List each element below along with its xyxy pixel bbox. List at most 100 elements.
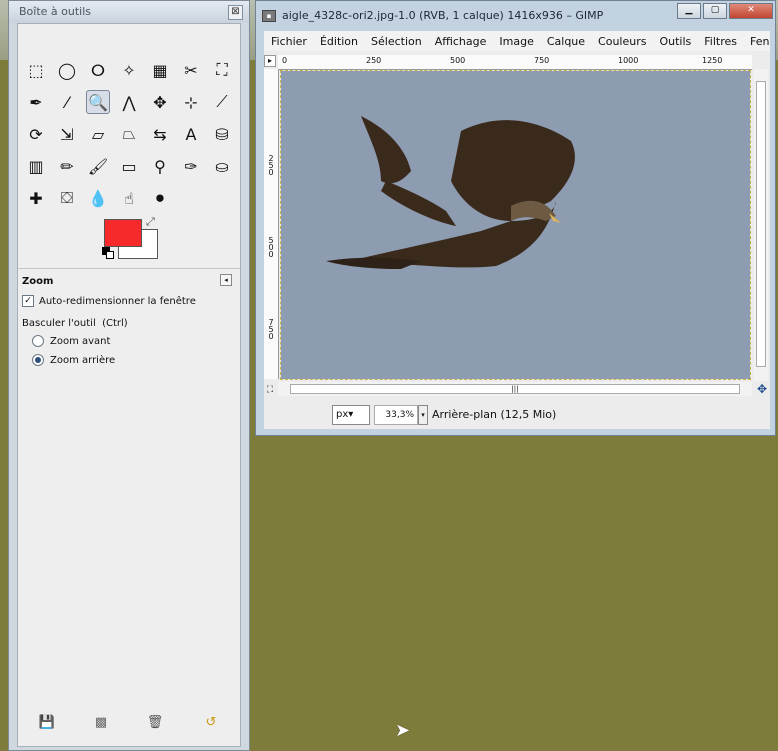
color-area: ⤢ <box>102 215 160 263</box>
image-canvas[interactable] <box>280 70 751 380</box>
horizontal-scroll-thumb[interactable]: ||| <box>290 384 740 394</box>
heal-icon[interactable]: ✚ <box>24 186 48 210</box>
maximize-button[interactable]: ▢ <box>703 3 727 19</box>
unit-select[interactable]: px▾ <box>332 405 370 425</box>
restore-options-icon[interactable]: ▩ <box>92 714 110 732</box>
menu-item[interactable]: Calque <box>547 35 585 48</box>
eagle-photo <box>281 71 750 379</box>
paintbrush-icon[interactable]: 🖌 <box>86 154 110 178</box>
flip-icon[interactable]: ⇆ <box>148 122 172 146</box>
scissors-icon[interactable]: ✂ <box>179 58 203 82</box>
menu-item[interactable]: Fenê <box>750 35 770 48</box>
zoom-input[interactable]: 33,3% <box>374 405 418 425</box>
zoom-out-label: Zoom arrière <box>50 354 116 366</box>
perspective-icon[interactable]: ⏢ <box>117 122 141 146</box>
vertical-scrollbar[interactable] <box>754 69 768 381</box>
auto-resize-label: Auto-redimensionner la fenêtre <box>39 295 196 307</box>
menu-item[interactable]: Édition <box>320 35 358 48</box>
swap-colors-icon[interactable]: ⤢ <box>146 215 155 229</box>
vertical-ruler[interactable]: 2 5 0 5 0 0 7 5 0 <box>264 69 279 379</box>
blend-icon[interactable]: ▥ <box>24 154 48 178</box>
scale-icon[interactable]: ⇲ <box>55 122 79 146</box>
toolbox-title: Boîte à outils <box>19 5 92 18</box>
bucket-fill-icon[interactable]: ⛁ <box>210 122 234 146</box>
ruler-label: 250 <box>366 56 382 65</box>
airbrush-icon[interactable]: ⚲ <box>148 154 172 178</box>
ellipse-select-icon[interactable]: ◯ <box>55 58 79 82</box>
menu-item[interactable]: Filtres <box>704 35 737 48</box>
menu-item[interactable]: Fichier <box>271 35 307 48</box>
options-menu-icon[interactable]: ◂ <box>220 274 232 286</box>
default-colors-icon[interactable] <box>102 247 114 259</box>
crop-icon[interactable]: ⟋ <box>210 90 234 114</box>
paths-icon[interactable]: ✒ <box>24 90 48 114</box>
blur-icon[interactable]: 💧 <box>86 186 110 210</box>
unit-value: px <box>336 409 349 420</box>
horizontal-ruler[interactable]: 0 250 500 750 1000 1250 <box>278 55 752 70</box>
auto-resize-row[interactable]: ✓ Auto-redimensionner la fenêtre <box>22 295 196 307</box>
tool-options-title: Zoom <box>22 276 54 287</box>
toggle-tool-label: Basculer l'outil (Ctrl) <box>22 318 128 329</box>
zoom-out-row[interactable]: Zoom arrière <box>32 354 115 366</box>
foreground-select-icon[interactable]: ⛶ <box>210 58 234 82</box>
menu-item[interactable]: Image <box>499 35 533 48</box>
menu-item[interactable]: Outils <box>659 35 691 48</box>
ruler-corner-icon[interactable]: ▸ <box>264 55 276 67</box>
fuzzy-select-icon[interactable]: ✧ <box>117 58 141 82</box>
menu-item[interactable]: Sélection <box>371 35 422 48</box>
smudge-icon[interactable]: ☝ <box>117 186 141 210</box>
image-window-title: aigle_4328c-ori2.jpg-1.0 (RVB, 1 calque)… <box>282 9 604 22</box>
save-options-icon[interactable]: 💾 <box>38 714 56 732</box>
ruler-label: 1250 <box>702 56 723 65</box>
ink-icon[interactable]: ✑ <box>179 154 203 178</box>
measure-icon[interactable]: ⋀ <box>117 90 141 114</box>
mouse-cursor-icon: ➤ <box>395 720 411 741</box>
ruler-label: 2 5 0 <box>268 154 274 177</box>
zoom-in-label: Zoom avant <box>50 335 111 347</box>
quick-mask-icon[interactable]: ⛶ <box>264 384 276 396</box>
align-icon[interactable]: ⊹ <box>179 90 203 114</box>
menu-item[interactable]: Affichage <box>435 35 487 48</box>
toolbox-titlebar[interactable]: Boîte à outils ⊠ <box>9 1 249 23</box>
chevron-down-icon[interactable]: ▾ <box>418 405 428 425</box>
image-window-titlebar[interactable]: ▪ aigle_4328c-ori2.jpg-1.0 (RVB, 1 calqu… <box>256 1 775 31</box>
zoom-in-radio[interactable] <box>32 335 44 347</box>
foreground-color[interactable] <box>104 219 142 247</box>
close-icon[interactable]: ⊠ <box>228 5 243 20</box>
pencil-icon[interactable]: ✏ <box>55 154 79 178</box>
reset-options-icon[interactable]: ↺ <box>202 714 220 732</box>
menu-item[interactable]: Couleurs <box>598 35 646 48</box>
toolbox-panel: ⬚ ◯ ⵔ ✧ ▦ ✂ ⛶ ✒ ⁄ 🔍 ⋀ ✥ ⊹ ⟋ ⟳ ⇲ ▱ ⏢ ⇆ A ⛁ ▥ ✏ 🖌 ▭ ⚲ ✑ ⛀ ✚ ⛋ 💧 ☝ ⚫ ⤢ Zoom… <box>17 23 241 747</box>
color-select-icon[interactable]: ▦ <box>148 58 172 82</box>
auto-resize-checkbox[interactable]: ✓ <box>22 295 34 307</box>
eraser-icon[interactable]: ▭ <box>117 154 141 178</box>
image-area: ▸ 0 250 500 750 1000 1250 2 5 0 5 0 0 7 5 0 <box>264 51 770 429</box>
move-icon[interactable]: ✥ <box>148 90 172 114</box>
zoom-in-row[interactable]: Zoom avant <box>32 335 110 347</box>
horizontal-scrollbar[interactable]: ||| <box>278 382 752 396</box>
zoom-icon[interactable]: 🔍 <box>86 90 110 114</box>
chevron-down-icon: ▾ <box>348 409 354 420</box>
rect-select-icon[interactable]: ⬚ <box>24 58 48 82</box>
color-picker-icon[interactable]: ⁄ <box>55 90 79 114</box>
close-button[interactable]: ✕ <box>729 3 773 19</box>
shear-icon[interactable]: ▱ <box>86 122 110 146</box>
gimp-app-icon: ▪ <box>262 10 276 22</box>
clone-icon[interactable]: ⛀ <box>210 154 234 178</box>
navigate-icon[interactable]: ✥ <box>755 382 769 396</box>
ruler-label: 1000 <box>618 56 639 65</box>
zoom-out-radio[interactable] <box>32 354 44 366</box>
rotate-icon[interactable]: ⟳ <box>24 122 48 146</box>
dodge-burn-icon[interactable]: ⚫ <box>148 186 172 210</box>
ruler-label: 5 0 0 <box>268 236 274 259</box>
ruler-label: 0 <box>282 56 288 65</box>
text-icon[interactable]: A <box>179 122 203 146</box>
perspective-clone-icon[interactable]: ⛋ <box>55 186 79 210</box>
image-window: ▪ aigle_4328c-ori2.jpg-1.0 (RVB, 1 calqu… <box>255 0 776 436</box>
free-select-icon[interactable]: ⵔ <box>86 58 110 82</box>
minimize-button[interactable]: ▁ <box>677 3 701 19</box>
delete-options-icon[interactable]: 🗑 <box>146 714 164 732</box>
options-bottom-bar: 💾 ▩ 🗑 ↺ <box>18 714 240 738</box>
vertical-scroll-thumb[interactable] <box>756 81 766 367</box>
ruler-label: 750 <box>534 56 550 65</box>
